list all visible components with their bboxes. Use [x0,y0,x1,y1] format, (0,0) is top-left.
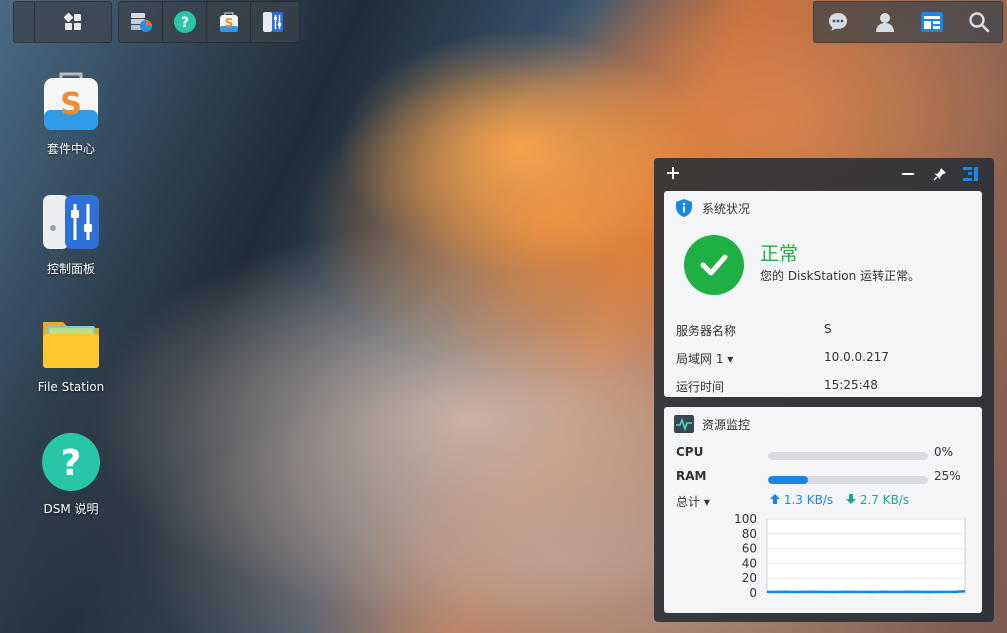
taskbar-spacer [14,2,35,42]
info-shield-icon [676,199,692,217]
grid-menu-icon [63,12,81,30]
pin-panel-button[interactable] [930,164,950,184]
upload-rate-text: 1.3 KB/s [783,493,834,507]
system-status-widget: 系统状况 正常 您的 DiskStation 运转正常。 服务器名称 S 局域网… [664,191,982,397]
ram-row: RAM 25% [664,465,982,489]
svg-text:S: S [224,16,233,30]
control-panel-icon [262,12,283,32]
info-row-uptime: 运行时间 15:25:48 [664,371,982,399]
system-tray [813,1,1003,43]
desktop-icon-label: File Station [37,380,105,394]
plus-icon [667,167,679,179]
download-rate-text: 2.7 KB/s [859,493,910,507]
info-value: 15:25:48 [824,378,878,392]
pin-icon [933,168,946,181]
ram-label: RAM [676,469,707,483]
taskbar-app-group: ? S [118,1,300,43]
taskbar-left-group [13,1,112,43]
folder-icon [43,322,99,368]
main-menu-button[interactable] [35,2,111,42]
control-panel-icon [43,195,99,249]
user-button[interactable] [867,4,903,40]
user-icon [875,13,894,32]
svg-text:S: S [60,87,82,122]
dsm-help-button[interactable]: ? [163,2,207,42]
cpu-label: CPU [676,445,704,459]
network-chart: 100 80 60 40 20 0 [664,512,982,613]
system-status-title-bar: 系统状况 [664,191,982,225]
info-value: S [824,322,832,336]
widget-panel: 系统状况 正常 您的 DiskStation 运转正常。 服务器名称 S 局域网… [654,158,994,622]
chart-plot-area [766,518,966,594]
status-block: 正常 您的 DiskStation 运转正常。 [664,225,982,315]
package-center-icon: S [219,12,238,32]
network-dropdown[interactable]: 总计 ▾ [676,493,710,510]
help-icon: ? [42,433,100,491]
network-row: 总计 ▾ 1.3 KB/s 2.7 KB/s [664,489,982,513]
y-tick-label: 40 [742,556,757,570]
search-icon [968,12,989,33]
panel-layout-icon [963,167,978,181]
info-key: 服务器名称 [676,324,737,338]
ram-usage-bar [768,476,928,484]
taskbar: ? S [0,0,1007,43]
help-icon: ? [173,11,196,33]
panel-layout-button[interactable] [961,164,981,184]
chat-bubble-icon [828,13,847,31]
resource-monitor-widget: 资源监控 CPU 0% RAM 25% 总计 ▾ 1.3 KB/s 2.7 KB… [664,407,982,613]
widget-panel-header [654,158,994,190]
notifications-button[interactable] [820,4,856,40]
package-center-icon: S [44,72,98,130]
ram-usage-fill [768,476,808,484]
status-ok-icon [684,235,744,295]
cpu-row: CPU 0% [664,441,982,465]
download-rate: 2.7 KB/s [846,493,909,507]
desktop-icon-label: 控制面板 [46,262,95,276]
desktop-icon-control-panel[interactable]: 控制面板 [20,192,122,277]
cpu-percent: 0% [934,445,954,459]
resource-monitor-title-bar: 资源监控 [664,407,982,441]
minus-icon [902,173,914,175]
svg-text:?: ? [180,15,188,31]
status-text: 正常 [760,243,799,265]
storage-manager-icon [130,13,152,32]
desktop-icon-label: DSM 说明 [43,502,99,516]
y-tick-label: 20 [742,571,757,585]
storage-manager-button[interactable] [119,2,163,42]
desktop-icon-dsm-help[interactable]: ? DSM 说明 [20,432,122,517]
widgets-button[interactable] [914,4,950,40]
checkmark-icon [700,254,728,276]
desktop-icon-file-station[interactable]: File Station [20,312,122,394]
system-status-title: 系统状况 [702,201,751,216]
svg-text:?: ? [61,443,82,484]
info-key: 运行时间 [676,380,725,394]
resource-monitor-title: 资源监控 [702,417,751,432]
status-message: 您的 DiskStation 运转正常。 [760,269,921,283]
monitor-pulse-icon [674,415,694,433]
y-tick-label: 100 [734,513,757,526]
info-value: 10.0.0.217 [824,350,889,364]
network-chart-svg: 100806040200 [734,512,966,600]
upload-rate: 1.3 KB/s [770,493,833,507]
arrow-up-icon [770,494,780,504]
desktop-icon-package-center[interactable]: S 套件中心 [20,72,122,157]
info-row-server-name: 服务器名称 S [664,315,982,343]
cpu-usage-bar [768,452,928,460]
widgets-icon [920,12,943,32]
search-button[interactable] [961,4,997,40]
info-row-lan: 局域网 1 ▾ 10.0.0.217 [664,343,982,371]
chart-series-line [767,589,966,594]
y-tick-label: 80 [742,527,757,541]
arrow-down-icon [846,494,856,504]
y-tick-label: 60 [742,542,757,556]
lan-dropdown[interactable]: 局域网 1 ▾ [676,350,733,367]
add-widget-button[interactable] [666,164,680,185]
minimize-panel-button[interactable] [898,164,918,184]
ram-percent: 25% [934,469,961,483]
package-center-button[interactable]: S [207,2,251,42]
control-panel-button[interactable] [251,2,294,42]
y-tick-label: 0 [749,586,757,600]
desktop-icon-label: 套件中心 [46,142,95,156]
